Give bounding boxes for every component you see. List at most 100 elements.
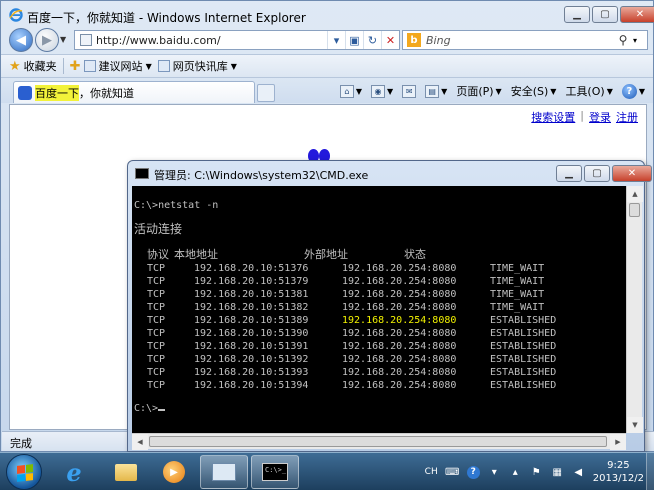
cmd-window-controls: ▁ ▢ ✕: [556, 165, 652, 182]
close-button[interactable]: ✕: [612, 165, 652, 182]
search-bar[interactable]: b Bing ⚲ ▾: [402, 30, 648, 50]
search-settings-link[interactable]: 搜索设置: [531, 109, 575, 125]
taskbar-ie-button[interactable]: e: [50, 455, 98, 489]
clock-time: 9:25: [607, 460, 630, 471]
safety-menu[interactable]: 安全(S) ▼: [511, 83, 557, 99]
scroll-thumb[interactable]: [629, 203, 640, 217]
back-button[interactable]: ◀: [9, 28, 33, 52]
header-protocol: 协议: [147, 248, 169, 261]
connection-protocol: TCP: [147, 315, 166, 326]
recent-pages-dropdown[interactable]: ▼: [60, 35, 66, 44]
search-icon[interactable]: ⚲: [613, 33, 633, 47]
add-favorite-icon: ✚: [69, 58, 81, 74]
console-output[interactable]: C:\>netstat -n 活动连接 协议 本地地址 外部地址 状态 TCP 1…: [132, 186, 626, 433]
scroll-right-icon[interactable]: ▶: [610, 434, 626, 450]
volume-icon[interactable]: ◀: [572, 466, 585, 479]
suggested-sites-link[interactable]: ✚ 建议网站 ▼: [70, 58, 152, 74]
address-bar[interactable]: http://www.baidu.com/ ▾ ▣ ↻ ✕: [74, 30, 400, 50]
search-options-dropdown[interactable]: ▾: [633, 36, 647, 45]
baidu-favicon-icon: [18, 85, 32, 100]
feeds-button[interactable]: ◉ ▼: [371, 84, 394, 98]
address-input[interactable]: http://www.baidu.com/: [96, 34, 327, 47]
ie-icon: e: [66, 457, 82, 487]
connection-protocol: TCP: [147, 328, 166, 339]
help-icon[interactable]: ?: [466, 465, 480, 479]
vertical-scrollbar[interactable]: ▲ ▼: [626, 186, 643, 433]
connection-state: TIME_WAIT: [490, 263, 545, 274]
web-slice-gallery-label: 网页快讯库: [172, 60, 228, 73]
chevron-down-icon: ▼: [387, 86, 394, 96]
clock[interactable]: 9:25 2013/12/2: [593, 459, 644, 485]
tab-baidu[interactable]: 百度一下 ，你就知道: [13, 81, 255, 103]
search-input[interactable]: Bing: [426, 34, 613, 47]
connection-state: ESTABLISHED: [490, 341, 557, 352]
taskbar-explorer-button[interactable]: [102, 455, 150, 489]
minimize-button[interactable]: ▁: [564, 6, 590, 23]
chevron-down-icon: ▼: [355, 86, 363, 96]
connection-protocol: TCP: [147, 367, 166, 378]
rss-icon: ◉: [371, 84, 386, 98]
prompt-text: C:\>: [134, 403, 159, 414]
star-icon: ★: [9, 58, 21, 74]
connection-headers: 协议 本地地址 外部地址 状态: [134, 247, 626, 262]
horizontal-scrollbar[interactable]: ◀ ▶: [132, 433, 626, 450]
cmd-window-title: 管理员: C:\Windows\system32\CMD.exe: [154, 169, 369, 182]
connection-foreign-address: 192.168.20.254:8080: [342, 263, 457, 274]
network-status-icon[interactable]: ▦: [551, 466, 564, 479]
address-row: ◀ ▶ ▼ http://www.baidu.com/ ▾ ▣ ↻ ✕ b Bi…: [1, 27, 653, 53]
minimize-button[interactable]: ▁: [556, 165, 582, 182]
register-link[interactable]: 注册: [616, 109, 638, 125]
taskbar-cmd-button[interactable]: C:\>_: [251, 455, 299, 489]
connection-state: ESTABLISHED: [490, 380, 557, 391]
close-button[interactable]: ✕: [620, 6, 654, 23]
show-desktop-button[interactable]: [646, 453, 654, 490]
taskbar-media-player-button[interactable]: ▶: [150, 455, 198, 489]
ie-titlebar[interactable]: 百度一下，你就知道 - Windows Internet Explorer ▁ …: [1, 1, 654, 29]
favorites-button[interactable]: ★ 收藏夹: [9, 58, 57, 74]
new-tab-button[interactable]: [257, 84, 275, 102]
connection-row: TCP 192.168.20.10:51390 192.168.20.254:808…: [134, 327, 626, 340]
connection-row: TCP 192.168.20.10:51391 192.168.20.254:808…: [134, 340, 626, 353]
scroll-left-icon[interactable]: ◀: [132, 434, 148, 450]
address-dropdown-icon[interactable]: ▾: [327, 31, 345, 49]
refresh-icon[interactable]: ↻: [363, 31, 381, 49]
ime-icon[interactable]: ⌨: [445, 466, 459, 479]
cmd-titlebar[interactable]: 管理员: C:\Windows\system32\CMD.exe ▁ ▢ ✕: [128, 161, 652, 186]
home-button[interactable]: ⌂ ▼: [339, 84, 363, 98]
taskbar-network-button[interactable]: [200, 455, 248, 489]
connection-foreign-address: 192.168.20.254:8080: [342, 289, 457, 300]
page-menu[interactable]: 页面(P) ▼: [456, 83, 501, 99]
connection-protocol: TCP: [147, 380, 166, 391]
connection-protocol: TCP: [147, 276, 166, 287]
tools-menu[interactable]: 工具(O) ▼: [565, 83, 612, 99]
connection-state: ESTABLISHED: [490, 367, 557, 378]
folder-icon: [115, 463, 137, 481]
scroll-thumb[interactable]: [149, 436, 607, 447]
flag-icon[interactable]: ⚑: [530, 466, 543, 479]
start-button[interactable]: [6, 454, 42, 490]
connection-foreign-address: 192.168.20.254:8080: [342, 276, 457, 287]
connection-local-address: 192.168.20.10:51392: [194, 354, 309, 365]
scroll-down-icon[interactable]: ▼: [627, 417, 643, 433]
print-button[interactable]: ▤ ▼: [425, 84, 447, 98]
help-menu[interactable]: ? ▼: [621, 83, 645, 99]
divider: [62, 58, 64, 74]
connection-foreign-address: 192.168.20.254:8080: [342, 367, 457, 378]
stop-icon[interactable]: ✕: [381, 31, 399, 49]
forward-button[interactable]: ▶: [35, 28, 59, 52]
read-mail-button[interactable]: ✉: [402, 84, 417, 98]
chevron-down-icon: ▼: [638, 86, 645, 96]
web-slice-gallery-link[interactable]: 网页快讯库 ▼: [157, 58, 237, 74]
maximize-button[interactable]: ▢: [584, 165, 610, 182]
compatibility-view-icon[interactable]: ▣: [345, 31, 363, 49]
tab-title: ，你就知道: [79, 86, 134, 100]
login-link[interactable]: 登录: [589, 109, 611, 125]
language-indicator[interactable]: CH: [425, 467, 438, 477]
scroll-up-icon[interactable]: ▲: [627, 186, 643, 202]
show-hidden-icons-icon[interactable]: ▴: [509, 466, 522, 479]
chevron-down-icon[interactable]: ▾: [488, 466, 501, 479]
maximize-button[interactable]: ▢: [592, 6, 618, 23]
forward-icon: ▶: [42, 32, 52, 48]
